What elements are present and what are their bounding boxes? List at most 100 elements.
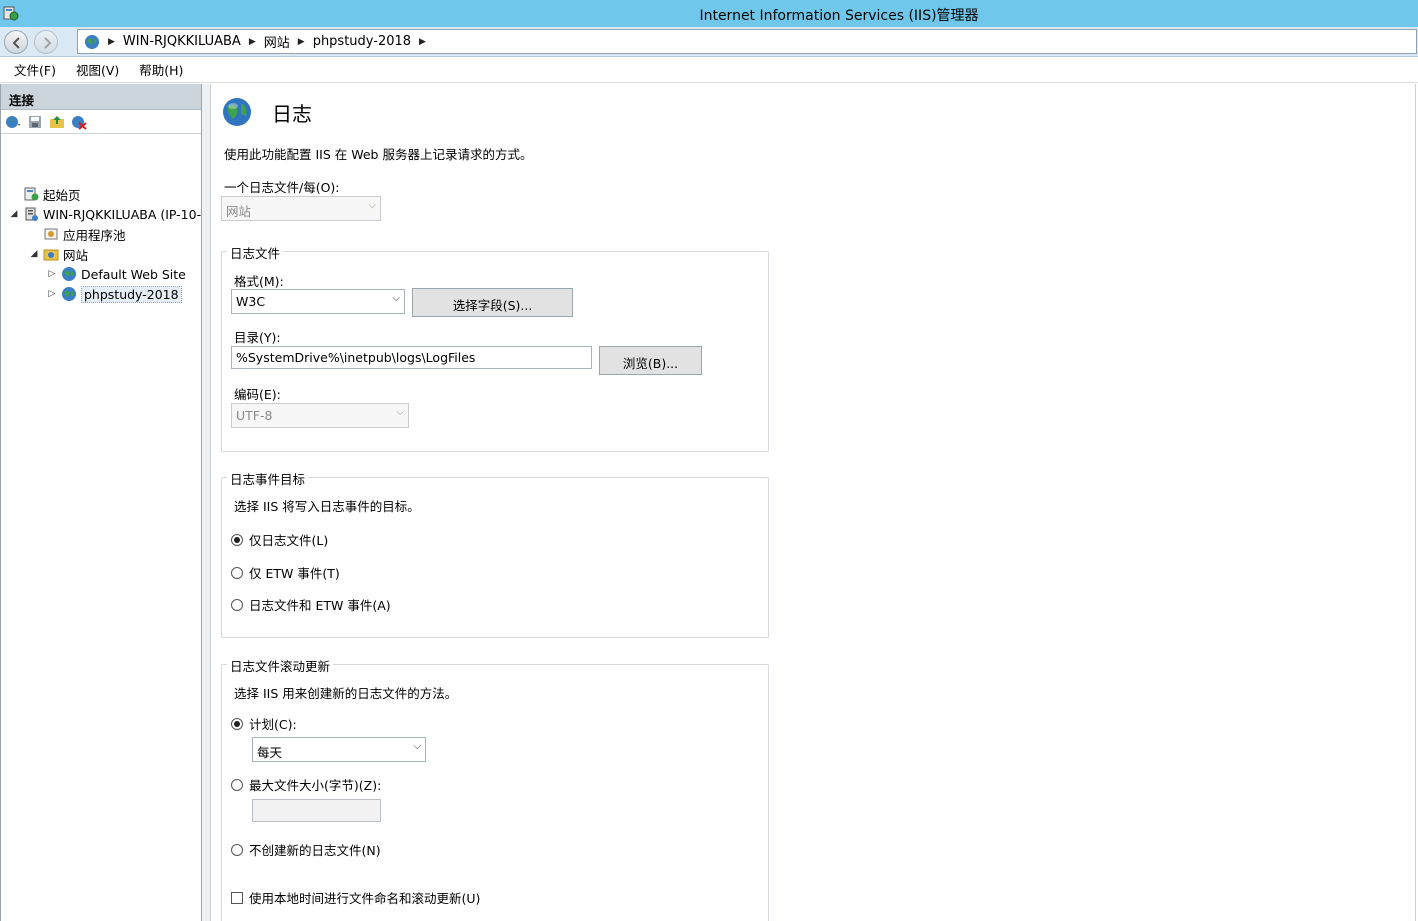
menu-view[interactable]: 视图(V) [76,60,119,79]
page-title: 日志 [272,102,312,126]
start-page-icon [24,187,39,201]
tree-item-sites[interactable]: ◢ 网站 [29,244,88,264]
tree-item-label: 网站 [63,247,89,263]
radio-label: 仅 ETW 事件(T) [249,566,340,581]
directory-label: 目录(Y): [234,330,281,345]
breadcrumb-sites[interactable]: 网站 [264,32,290,51]
navigation-bar: ▶ WIN-RJQKKILUABA ▶ 网站 ▶ phpstudy-2018 ▶ [0,27,1418,57]
save-icon[interactable] [27,114,43,130]
expand-icon[interactable]: ▷ [47,269,57,279]
one-log-file-per-value: 网站 [226,204,252,219]
title-bar: Internet Information Services (IIS)管理器 [0,0,1418,27]
tree-item-label: WIN-RJQKKILUABA (IP-10- [43,206,202,222]
chevron-down-icon: ⌵ [368,200,376,211]
encoding-value: UTF-8 [236,408,273,423]
up-folder-icon[interactable] [49,114,65,130]
connections-header: 连接 [1,84,201,110]
tree-item-label: 应用程序池 [63,227,126,243]
address-bar[interactable]: ▶ WIN-RJQKKILUABA ▶ 网站 ▶ phpstudy-2018 ▶ [77,29,1417,54]
radio-max-file-size[interactable]: 最大文件大小(字节)(Z): [231,775,381,794]
pane-splitter[interactable] [202,84,210,921]
radio-schedule[interactable]: 计划(C): [231,714,297,733]
menu-bar: 文件(F) 视图(V) 帮助(H) [0,57,1418,83]
chevron-down-icon: ⌵ [392,293,400,304]
radio-circle [231,778,243,791]
browse-button[interactable]: 浏览(B)... [599,346,702,375]
breadcrumb-separator-icon: ▶ [108,36,115,47]
forward-button[interactable] [34,30,58,54]
sites-folder-icon [43,249,59,261]
page-description: 使用此功能配置 IIS 在 Web 服务器上记录请求的方式。 [224,147,533,162]
connections-toolbar [1,110,201,134]
tree-item-label: Default Web Site [81,266,186,282]
globe-icon [62,267,76,281]
radio-log-file-only[interactable]: 仅日志文件(L) [231,530,328,549]
breadcrumb-site[interactable]: phpstudy-2018 [313,34,411,49]
collapse-icon[interactable]: ◢ [29,249,39,259]
radio-circle [231,566,243,579]
radio-label: 日志文件和 ETW 事件(A) [249,598,391,613]
tree-item-label: 起始页 [43,187,81,203]
expand-icon[interactable]: ▷ [47,289,57,299]
radio-label: 仅日志文件(L) [249,533,329,548]
tree-item-start-page[interactable]: 起始页 [23,184,81,204]
radio-label: 计划(C): [249,717,297,732]
radio-no-new-log-file[interactable]: 不创建新的日志文件(N) [231,840,381,859]
collapse-icon[interactable]: ◢ [9,209,19,219]
local-time-checkbox[interactable]: 使用本地时间进行文件命名和滚动更新(U) [231,888,480,907]
tree-item-app-pools[interactable]: 应用程序池 [43,224,126,244]
logging-feature-page: 日志 使用此功能配置 IIS 在 Web 服务器上记录请求的方式。 一个日志文件… [210,84,1416,921]
one-log-file-per-select[interactable]: 网站 ⌵ [221,196,381,221]
radio-circle [231,533,243,546]
chevron-down-icon: ⌵ [413,741,421,752]
radio-circle [231,717,243,730]
breadcrumb-separator-icon[interactable]: ▶ [419,37,426,47]
format-select[interactable]: W3C ⌵ [231,289,405,314]
connect-icon[interactable] [5,114,21,130]
log-file-group-title: 日志文件 [227,243,284,262]
radio-label: 最大文件大小(字节)(Z): [249,778,382,793]
globe-icon [85,34,99,49]
log-file-rollover-title: 日志文件滚动更新 [227,656,334,675]
breadcrumb-server[interactable]: WIN-RJQKKILUABA [123,34,241,49]
tree-item-server[interactable]: ◢ WIN-RJQKKILUABA (IP-10- [9,204,202,224]
directory-input[interactable]: %SystemDrive%\inetpub\logs\LogFiles [231,346,592,369]
breadcrumb-separator-icon: ▶ [297,36,305,47]
logging-globe-icon [223,98,251,126]
connections-pane: 连接 起始页 ◢ WIN-RJQKKILUABA (IP-10- 应用程序池 ◢… [0,84,202,921]
checkbox-box [231,891,243,904]
schedule-select[interactable]: 每天 ⌵ [252,737,426,762]
log-event-destination-title: 日志事件目标 [227,469,309,488]
chevron-down-icon: ⌵ [396,407,404,418]
radio-log-file-and-etw[interactable]: 日志文件和 ETW 事件(A) [231,595,391,614]
menu-file[interactable]: 文件(F) [14,60,56,79]
encoding-label: 编码(E): [234,387,281,402]
radio-label: 不创建新的日志文件(N) [249,843,381,858]
encoding-select[interactable]: UTF-8 ⌵ [231,403,409,428]
server-icon [25,207,38,221]
window-title: Internet Information Services (IIS)管理器 [699,8,979,24]
radio-circle [231,843,243,856]
format-value: W3C [236,294,266,309]
breadcrumb-separator-icon: ▶ [248,36,256,47]
globe-icon [62,287,76,301]
one-log-file-per-label: 一个日志文件/每(O): [224,180,340,195]
radio-circle [231,598,243,611]
back-button[interactable] [4,30,28,54]
format-label: 格式(M): [234,274,284,289]
select-fields-button[interactable]: 选择字段(S)... [412,288,573,317]
disconnect-icon[interactable] [71,114,87,130]
arrow-left-icon [12,37,20,49]
schedule-value: 每天 [257,745,283,760]
arrow-right-icon [44,37,52,49]
connections-tree: 起始页 ◢ WIN-RJQKKILUABA (IP-10- 应用程序池 ◢ 网站… [1,134,201,303]
menu-help[interactable]: 帮助(H) [139,60,183,79]
tree-item-default-web-site[interactable]: ▷ Default Web Site [47,264,186,284]
rollover-description: 选择 IIS 用来创建新的日志文件的方法。 [234,686,458,701]
checkbox-label: 使用本地时间进行文件命名和滚动更新(U) [249,891,481,906]
tree-item-phpstudy[interactable]: ▷ phpstudy-2018 [47,284,182,304]
tree-item-label: phpstudy-2018 [81,285,182,303]
radio-etw-only[interactable]: 仅 ETW 事件(T) [231,563,340,582]
log-event-destination-description: 选择 IIS 将写入日志事件的目标。 [234,499,420,514]
max-file-size-input[interactable] [252,799,381,822]
